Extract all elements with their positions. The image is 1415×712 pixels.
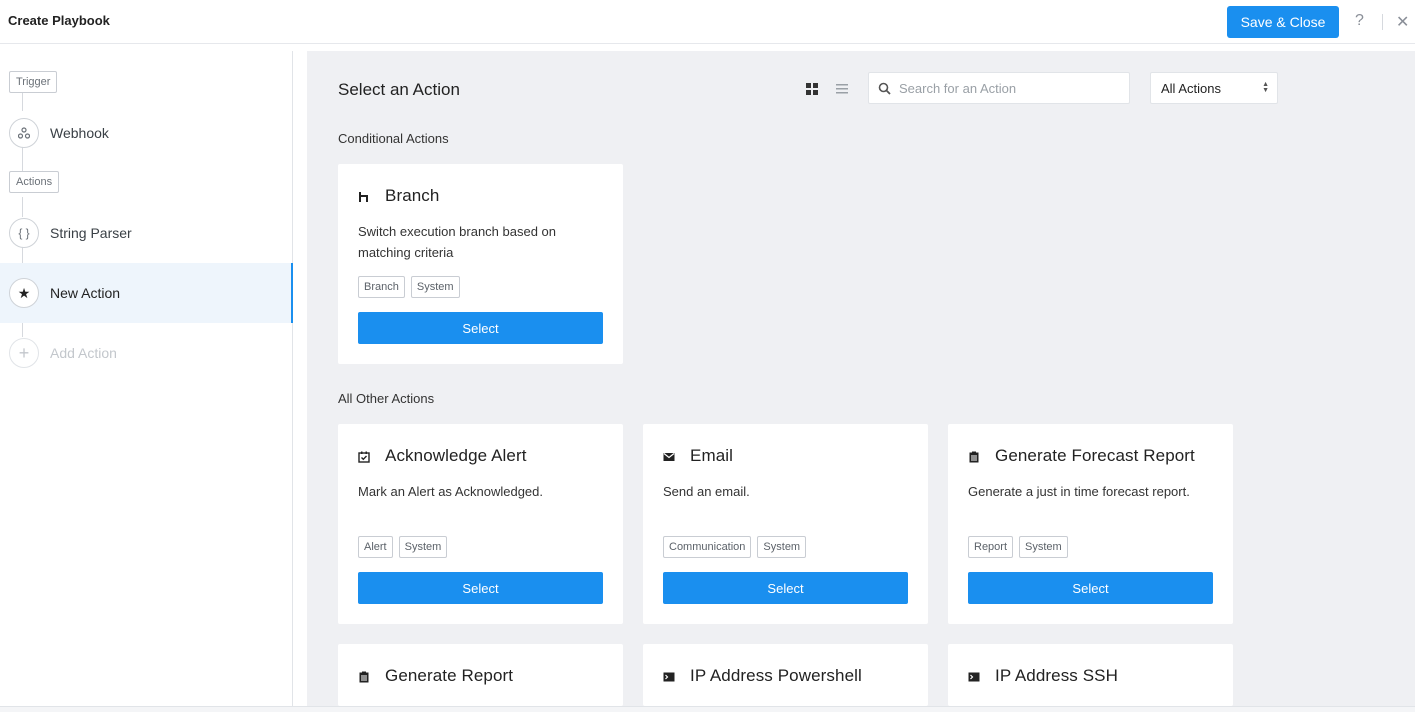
star-icon: ★ <box>9 278 39 308</box>
card-tags: Alert System <box>358 536 448 558</box>
card-tags: Communication System <box>663 536 807 558</box>
playbook-steps-panel: Trigger Webhook Actions { } String Parse… <box>0 51 293 712</box>
card-title: Acknowledge Alert <box>385 446 527 465</box>
section-title: Select an Action <box>338 80 460 99</box>
card-description: Mark an Alert as Acknowledged. <box>358 484 543 499</box>
action-card-ip-address-powershell: IP Address Powershell <box>643 644 928 706</box>
braces-icon: { } <box>9 218 39 248</box>
card-title: Generate Report <box>385 666 514 685</box>
step-webhook[interactable]: Webhook <box>0 103 293 163</box>
action-card-email: Email Send an email. Communication Syste… <box>643 424 928 624</box>
card-description: Send an email. <box>663 484 750 499</box>
tag: Branch <box>358 276 405 298</box>
select-button[interactable]: Select <box>663 572 908 604</box>
card-tags: Branch System <box>358 276 460 298</box>
action-card-branch: Branch Switch execution branch based on … <box>338 164 623 364</box>
clipboard-icon <box>968 450 980 463</box>
tag: System <box>757 536 807 558</box>
action-card-generate-report: Generate Report <box>338 644 623 706</box>
tag: System <box>410 276 460 298</box>
search-input[interactable] <box>899 73 1124 103</box>
select-arrows-icon: ▲ ▼ <box>1262 81 1269 94</box>
select-button[interactable]: Select <box>968 572 1213 604</box>
page-title: Create Playbook <box>8 13 110 28</box>
help-icon[interactable]: ? <box>1355 12 1364 30</box>
step-label: String Parser <box>50 225 132 241</box>
action-card-acknowledge-alert: Acknowledge Alert Mark an Alert as Ackno… <box>338 424 623 624</box>
search-icon <box>878 82 891 100</box>
search-field[interactable] <box>868 72 1130 104</box>
card-title: IP Address Powershell <box>690 666 862 685</box>
tag: Alert <box>358 536 393 558</box>
step-string-parser[interactable]: { } String Parser <box>0 203 293 263</box>
close-icon[interactable]: ✕ <box>1396 12 1409 32</box>
card-title: Branch <box>385 186 440 205</box>
webhook-icon <box>9 118 39 148</box>
action-card-generate-forecast-report: Generate Forecast Report Generate a just… <box>948 424 1233 624</box>
tag: Report <box>968 536 1014 558</box>
step-new-action[interactable]: ★ New Action <box>0 263 293 323</box>
actions-section-label: Actions <box>9 171 60 193</box>
card-description: Generate a just in time forecast report. <box>968 484 1190 499</box>
check-calendar-icon <box>358 450 370 463</box>
branch-icon <box>358 190 370 202</box>
trigger-section-label: Trigger <box>9 71 58 93</box>
card-title: Email <box>690 446 734 465</box>
envelope-icon <box>663 450 675 462</box>
terminal-icon <box>663 670 675 682</box>
tag: System <box>398 536 448 558</box>
plus-icon: + <box>9 338 39 368</box>
bottom-scroll-strip <box>0 706 1415 712</box>
filter-value: All Actions <box>1161 81 1221 96</box>
card-description: Switch execution branch based on matchin… <box>358 224 557 260</box>
step-label: Add Action <box>50 345 117 361</box>
action-picker: Select an Action All Actions ▲▼ Conditio… <box>307 51 1415 706</box>
clipboard-icon <box>358 670 370 683</box>
tag: Communication <box>663 536 752 558</box>
grid-view-icon[interactable] <box>805 82 819 96</box>
step-label: New Action <box>50 285 121 301</box>
header-bar: Create Playbook Save & Close ? ✕ <box>0 0 1415 44</box>
terminal-icon <box>968 670 980 682</box>
tag: System <box>1019 536 1068 558</box>
card-tags: Report System <box>968 536 1068 558</box>
action-filter-select[interactable]: All Actions ▲ ▼ <box>1150 72 1278 104</box>
list-view-icon[interactable] <box>835 82 849 96</box>
header-divider <box>1382 14 1383 30</box>
action-card-ip-address-ssh: IP Address SSH <box>948 644 1233 706</box>
card-title: Generate Forecast Report <box>995 446 1195 465</box>
select-button[interactable]: Select <box>358 572 603 604</box>
other-actions-heading: All Other Actions <box>338 391 435 406</box>
card-title: IP Address SSH <box>995 666 1118 685</box>
conditional-actions-heading: Conditional Actions <box>338 131 449 146</box>
select-button[interactable]: Select <box>358 312 603 344</box>
step-label: Webhook <box>50 125 109 141</box>
step-add-action[interactable]: + Add Action <box>0 323 293 383</box>
save-close-button[interactable]: Save & Close <box>1227 6 1339 38</box>
